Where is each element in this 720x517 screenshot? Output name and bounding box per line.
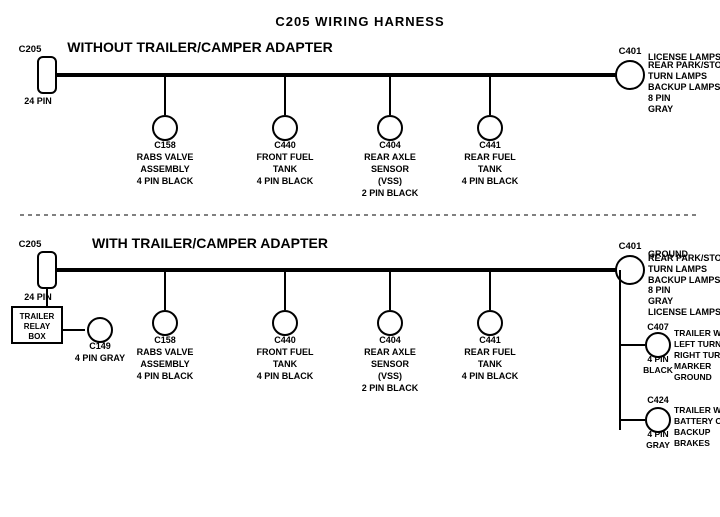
section1-c404-desc2: SENSOR — [371, 164, 410, 174]
section2-right-circle — [616, 256, 644, 284]
section1-right-desc3: BACKUP LAMPS — [648, 82, 720, 92]
section1-c440-desc1: FRONT FUEL — [257, 152, 314, 162]
section2-relay-label2: RELAY — [24, 322, 51, 331]
section2-c158-circle — [153, 311, 177, 335]
section2-right-ground: GROUND — [648, 249, 688, 259]
section2-c404-circle — [378, 311, 402, 335]
section1-right-pin: 8 PIN — [648, 93, 671, 103]
section2-c441-circle — [478, 311, 502, 335]
section2-c424-desc1: TRAILER WIRES — [674, 405, 720, 415]
section2-c424-desc3: BACKUP — [674, 427, 711, 437]
section2-c424-circle — [646, 408, 670, 432]
section1-c441-circle — [478, 116, 502, 140]
section1-right-id: C401 — [619, 46, 642, 57]
section2-c441-desc2: TANK — [478, 359, 503, 369]
section2-c407-color: BLACK — [643, 365, 674, 375]
section2-c424-desc2: BATTERY CHARGE — [674, 416, 720, 426]
section1-c404-desc3: (VSS) — [378, 176, 402, 186]
diagram-container: C205 WIRING HARNESS WITHOUT TRAILER/CAMP… — [0, 0, 720, 500]
section1-c441-desc3: 4 PIN BLACK — [462, 176, 519, 186]
section1-c440-id: C440 — [274, 140, 296, 150]
section2-c404-id: C404 — [379, 335, 401, 345]
section2-left-pin: 24 PIN — [24, 292, 52, 302]
section2-c440-circle — [273, 311, 297, 335]
section2-c440-id: C440 — [274, 335, 296, 345]
section2-title: WITH TRAILER/CAMPER ADAPTER — [92, 235, 328, 251]
section1-left-pin: 24 PIN — [24, 96, 52, 106]
section1-c158-id: C158 — [154, 140, 176, 150]
section1-right-color: GRAY — [648, 104, 673, 114]
section1-c441-desc2: TANK — [478, 164, 503, 174]
section2-c404-desc1: REAR AXLE — [364, 347, 416, 357]
section2-c440-desc1: FRONT FUEL — [257, 347, 314, 357]
section1-right-circle — [616, 61, 644, 89]
section2-c441-desc1: REAR FUEL — [464, 347, 516, 357]
section1-c440-desc3: 4 PIN BLACK — [257, 176, 314, 186]
section1-right-desc1: REAR PARK/STOP — [648, 60, 720, 70]
section2-c424-pin: 4 PIN — [647, 429, 668, 439]
wiring-diagram-svg: WITHOUT TRAILER/CAMPER ADAPTER C205 24 P… — [0, 0, 720, 517]
section2-c158-id: C158 — [154, 335, 176, 345]
section1-title: WITHOUT TRAILER/CAMPER ADAPTER — [67, 39, 332, 55]
section2-c404-desc3: (VSS) — [378, 371, 402, 381]
section2-c407-pin: 4 PIN — [647, 354, 668, 364]
section1-c404-desc1: REAR AXLE — [364, 152, 416, 162]
section1-c158-desc2: ASSEMBLY — [140, 164, 189, 174]
section1-c158-circle — [153, 116, 177, 140]
section1-left-id: C205 — [19, 44, 42, 55]
section2-c441-desc3: 4 PIN BLACK — [462, 371, 519, 381]
section2-relay-label1: TRAILER — [20, 312, 55, 321]
section2-c440-desc2: TANK — [273, 359, 298, 369]
section2-c149-pin: 4 PIN GRAY — [75, 353, 125, 363]
section1-c404-desc4: 2 PIN BLACK — [362, 188, 419, 198]
section2-c407-circle — [646, 333, 670, 357]
section1-c404-id: C404 — [379, 140, 401, 150]
section2-c158-desc3: 4 PIN BLACK — [137, 371, 194, 381]
section2-relay-box — [12, 307, 62, 343]
section1-c441-desc1: REAR FUEL — [464, 152, 516, 162]
section1-right-license: LICENSE LAMPS — [648, 52, 720, 62]
section2-c407-desc1: TRAILER WIRES — [674, 328, 720, 338]
section2-c404-desc4: 2 PIN BLACK — [362, 383, 419, 393]
section2-c424-desc4: BRAKES — [674, 438, 710, 448]
section1-c440-circle — [273, 116, 297, 140]
section2-right-license: LICENSE LAMPS — [648, 307, 720, 317]
section2-c407-desc5: GROUND — [674, 372, 712, 382]
section2-c404-desc2: SENSOR — [371, 359, 410, 369]
section2-relay-label3: BOX — [28, 332, 46, 341]
section2-c158-desc2: ASSEMBLY — [140, 359, 189, 369]
section2-right-desc3: BACKUP LAMPS — [648, 275, 720, 285]
section2-c407-desc3: RIGHT TURN — [674, 350, 720, 360]
section2-c407-desc2: LEFT TURN — [674, 339, 720, 349]
section2-left-rect — [38, 252, 56, 288]
section2-c407-desc4: MARKER — [674, 361, 711, 371]
page-title: C205 WIRING HARNESS — [0, 6, 720, 29]
section2-c441-id: C441 — [479, 335, 501, 345]
section1-right-desc2: TURN LAMPS — [648, 71, 707, 81]
section1-c440-desc2: TANK — [273, 164, 298, 174]
section1-c158-desc1: RABS VALVE — [137, 152, 194, 162]
section2-c158-desc1: RABS VALVE — [137, 347, 194, 357]
section2-right-desc2: TURN LAMPS — [648, 264, 707, 274]
section1-left-rect — [38, 57, 56, 93]
section1-c441-id: C441 — [479, 140, 501, 150]
section2-right-desc1: REAR PARK/STOP — [648, 253, 720, 263]
section2-right-pin: 8 PIN — [648, 285, 671, 295]
section2-c149-circle — [88, 318, 112, 342]
section2-c424-color: GRAY — [646, 440, 670, 450]
section2-left-id: C205 — [19, 239, 42, 250]
section2-c440-desc3: 4 PIN BLACK — [257, 371, 314, 381]
section2-c149-id: C149 — [89, 341, 111, 351]
section2-right-id: C401 — [619, 241, 642, 252]
section1-c158-desc3: 4 PIN BLACK — [137, 176, 194, 186]
section1-c404-circle — [378, 116, 402, 140]
section2-right-color: GRAY — [648, 296, 673, 306]
section2-c424-id: C424 — [647, 395, 669, 405]
section2-c407-id: C407 — [647, 322, 669, 332]
